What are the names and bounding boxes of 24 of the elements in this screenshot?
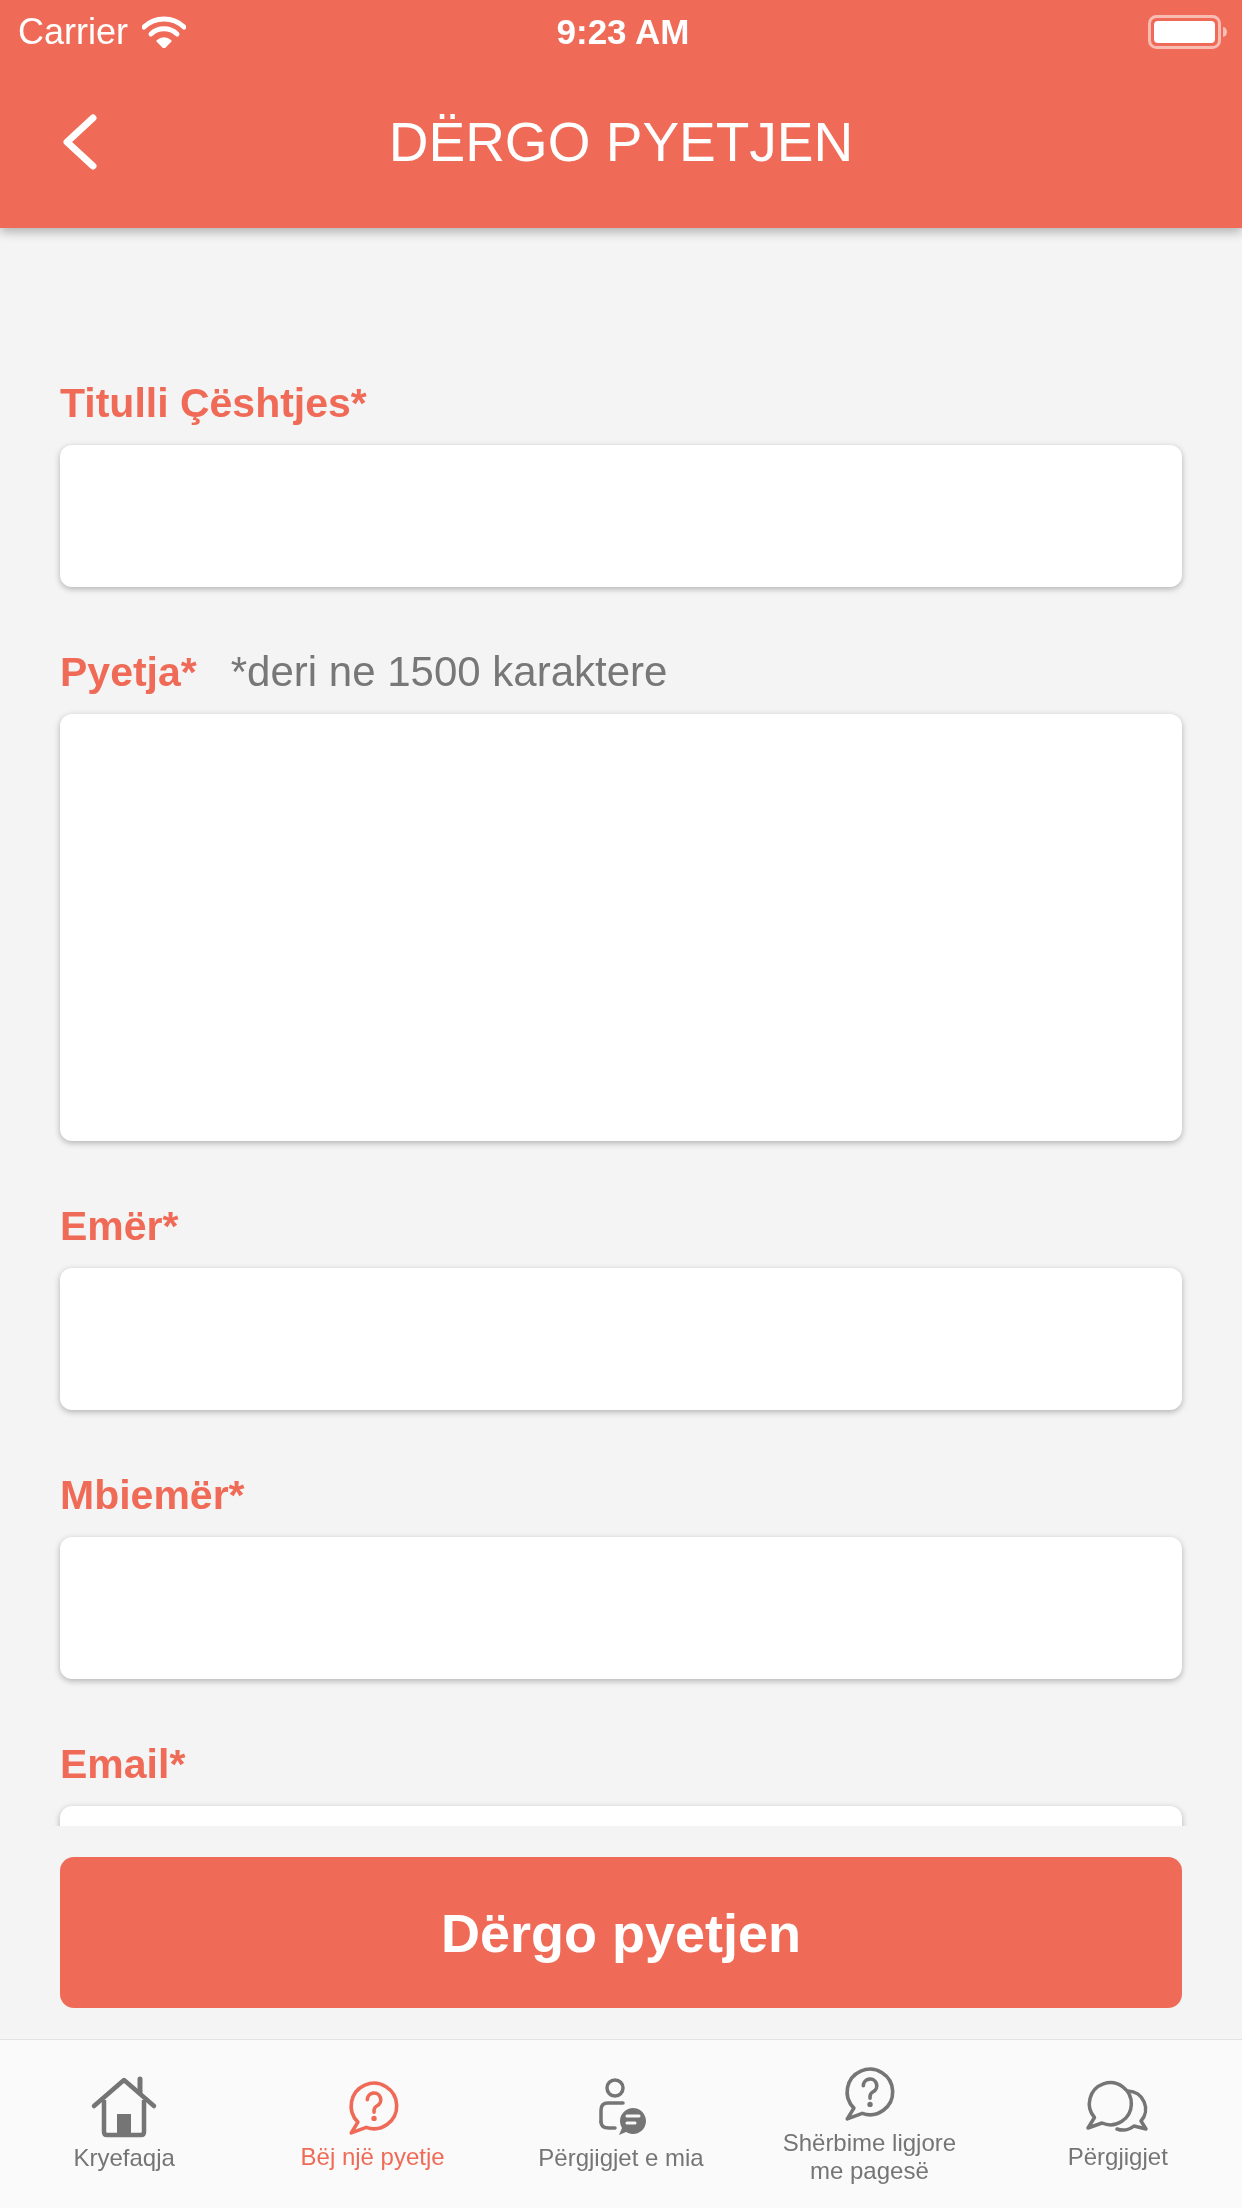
text-area[interactable] (60, 714, 1182, 1141)
tab-item[interactable]: Përgjigjet (993, 2040, 1242, 2208)
tab-item[interactable]: Shërbime ligjore me pagesë (745, 2040, 994, 2208)
back-button[interactable] (62, 114, 98, 170)
carrier-label: Carrier (18, 11, 128, 53)
field-label: Titulli Çështjes* (60, 379, 367, 428)
input-field[interactable] (60, 1268, 1182, 1410)
chevron-left-icon (62, 114, 98, 170)
field-label: Mbiemër* (60, 1471, 245, 1520)
field-label: Emër* (60, 1202, 179, 1251)
input-field[interactable] (60, 445, 1182, 587)
submit-button[interactable]: Dërgo pyetjen (60, 1857, 1182, 2008)
battery-icon (1148, 15, 1228, 49)
input-field[interactable] (60, 1537, 1182, 1679)
tab-item[interactable]: Kryefaqja (0, 2040, 249, 2208)
field-label: Pyetja* (60, 648, 197, 697)
tab-item[interactable]: Bëj një pyetje (248, 2040, 497, 2208)
header-title: DËRGO PYETJEN (387, 110, 855, 174)
tab-item[interactable]: Përgjigjet e mia (496, 2040, 746, 2208)
wifi-icon (142, 16, 186, 48)
field-label: Email* (60, 1740, 186, 1789)
field-hint: *deri ne 1500 karaktere (230, 647, 668, 697)
status-time: 9:23 AM (556, 12, 690, 52)
house-icon (90, 2076, 159, 2138)
